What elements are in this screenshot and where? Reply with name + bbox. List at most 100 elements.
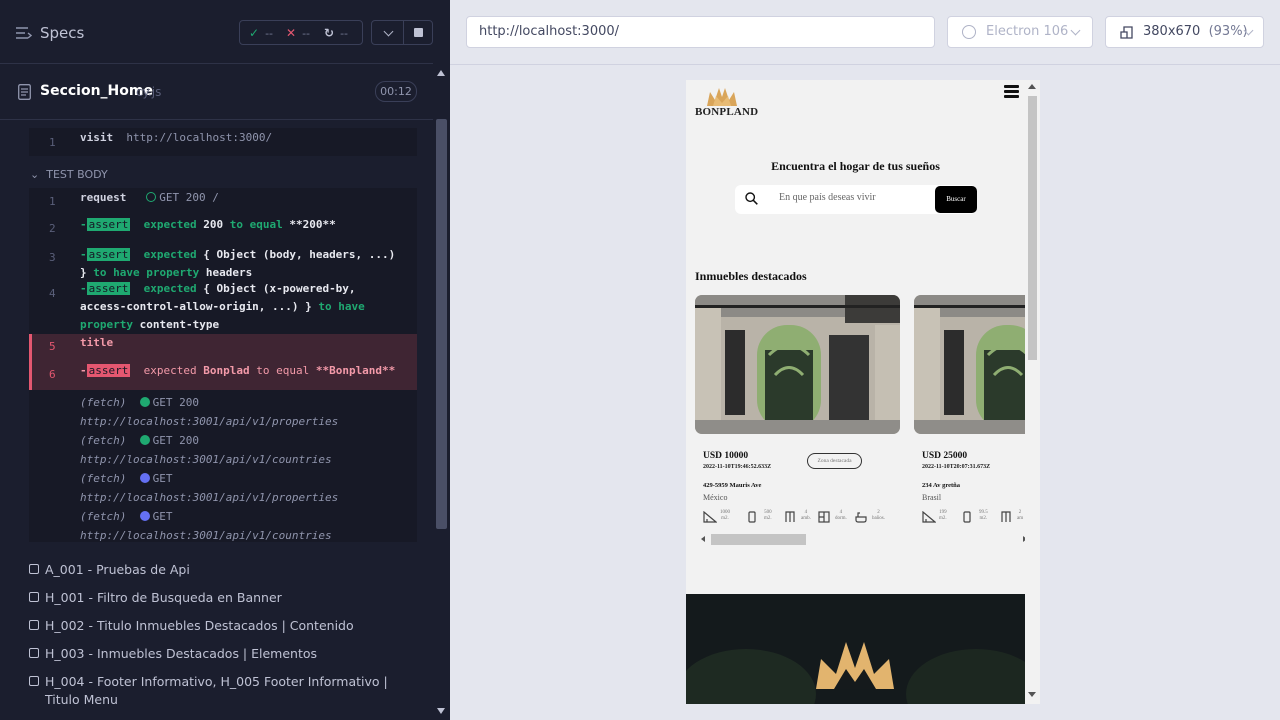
feature-area: 199 m2. (922, 510, 958, 524)
specs-label[interactable]: Specs (40, 24, 84, 42)
failed-command-block: 5 title 6 - assert expected Bonplad to eq… (29, 334, 417, 390)
scroll-down-icon[interactable] (437, 708, 445, 714)
viewport-selector[interactable]: 380x670 (93%) (1105, 16, 1264, 48)
line-number: 1 (49, 195, 56, 208)
test-body-toggle[interactable]: ⌄ TEST BODY (30, 168, 108, 181)
app-scroll-thumb[interactable] (1028, 96, 1037, 360)
property-country: Brasil (922, 493, 942, 502)
property-image[interactable] (695, 295, 900, 434)
status-dot-icon (139, 511, 150, 521)
divider (450, 64, 1280, 65)
x-icon: ✕ (286, 26, 297, 40)
property-image[interactable] (914, 295, 1025, 434)
visit-command[interactable]: visit http://localhost:3000/ (80, 131, 272, 144)
collapsed-box-icon (29, 592, 39, 602)
hero-title: Encuentra el hogar de tus sueños (771, 159, 940, 173)
collapsed-box-icon (29, 676, 39, 686)
property-date: 2022-11-10T20:07:31.673Z (922, 464, 991, 470)
app-frame: BONPLAND Encuentra el hogar de tus sueño… (686, 80, 1040, 704)
failed-stat: ✕ -- (286, 26, 311, 40)
app-preview-panel: http://localhost:3000/ Electron 106 380x… (450, 0, 1280, 720)
spec-duration: 00:12 (375, 81, 417, 102)
door-icon (1001, 511, 1011, 522)
passed-stat: ✓ -- (249, 26, 274, 40)
fetch-item[interactable]: (fetch) GET http://localhost:3001/api/v1… (80, 507, 332, 545)
failed-assert-command[interactable]: - assert expected Bonplad to equal **Bonp… (80, 364, 395, 377)
runner-panel: Specs ✓ -- ✕ -- ↻ -- Seccion_Home cy.js 00:… (0, 0, 450, 720)
door-icon (785, 511, 795, 522)
search-input[interactable]: En que país deseas vivir (779, 192, 876, 203)
collapsed-box-icon (29, 564, 39, 574)
pending-stat: ↻ -- (324, 26, 349, 40)
fetch-item[interactable]: (fetch) GET http://localhost:3001/api/v1… (80, 469, 338, 507)
line-number: 6 (49, 368, 56, 381)
logo-text[interactable]: BONPLAND (695, 106, 758, 118)
status-dot-icon (139, 435, 150, 445)
property-address: 234 Av gretña (922, 482, 961, 489)
viewport-icon (1120, 26, 1133, 39)
crown-logo-icon[interactable] (705, 84, 739, 108)
line-number: 2 (49, 222, 56, 235)
url-bar[interactable]: http://localhost:3000/ (466, 16, 935, 48)
phone-icon (963, 511, 971, 523)
collapse-button[interactable] (371, 20, 404, 45)
line-number: 4 (49, 287, 56, 300)
scroll-up-icon[interactable] (437, 70, 445, 76)
specs-toolbar: Specs ✓ -- ✕ -- ↻ -- (0, 0, 433, 64)
area-icon (703, 511, 717, 523)
property-price: USD 10000 (703, 451, 749, 461)
command-log-before: 1 visit http://localhost:3000/ (29, 128, 417, 156)
assert-command[interactable]: - assert expected { Object (x-powered-by,… (80, 280, 410, 334)
chevron-down-icon (1070, 25, 1081, 36)
property-date: 2022-11-10T19:46:52.633Z (703, 464, 772, 470)
runner-scrollbar[interactable] (433, 64, 450, 720)
search-box: En que país deseas vivir Buscar (735, 185, 977, 214)
feature-rooms: 2 am (1000, 510, 1025, 524)
app-scrollbar[interactable] (1025, 80, 1040, 704)
spec-extension: cy.js (136, 85, 162, 99)
collapsed-box-icon (29, 620, 39, 630)
line-number: 3 (49, 251, 56, 264)
electron-icon (962, 25, 976, 39)
feature-area-built: 99.5 m2. (962, 510, 998, 524)
line-number: 5 (49, 340, 56, 353)
stop-button[interactable] (403, 20, 433, 45)
menu-icon[interactable] (1004, 85, 1019, 98)
collapsed-box-icon (29, 648, 39, 658)
scroll-thumb[interactable] (436, 119, 447, 529)
scroll-up-icon[interactable] (1028, 84, 1036, 89)
fetch-item[interactable]: (fetch) GET 200 http://localhost:3001/ap… (80, 431, 332, 469)
property-card[interactable]: USD 10000 2022-11-10T19:46:52.633Z Zona … (695, 295, 900, 530)
status-circle-icon (146, 192, 157, 202)
cards-scroll-thumb[interactable] (711, 534, 806, 545)
feature-rooms: 4 amb. (784, 510, 820, 524)
feature-area-built: 500 m2. (747, 510, 783, 524)
browser-name: Electron 106 (986, 24, 1069, 39)
bath-icon (855, 512, 867, 523)
fetch-item[interactable]: (fetch) GET 200 http://localhost:3001/ap… (80, 393, 338, 431)
status-dot-icon (139, 473, 150, 483)
request-command[interactable]: request GET 200 / (80, 191, 219, 204)
bed-icon (818, 511, 830, 523)
search-icon (745, 192, 758, 205)
spec-header: Seccion_Home cy.js 00:12 (0, 65, 433, 120)
property-address: 429-5959 Mauris Ave (703, 482, 762, 489)
scroll-down-icon[interactable] (1028, 692, 1036, 697)
assert-command[interactable]: - assert expected 200 to equal **200** (80, 218, 336, 231)
property-card[interactable]: USD 25000 2022-11-10T20:07:31.673Z 234 A… (914, 295, 1025, 530)
viewport-size: 380x670 (93%) (1143, 24, 1248, 39)
browser-selector[interactable]: Electron 106 (947, 16, 1093, 48)
scroll-left-icon[interactable] (701, 536, 705, 542)
assert-command[interactable]: - assert expected { Object (body, headers… (80, 246, 410, 282)
chevron-down-icon (383, 26, 394, 37)
property-country: México (703, 493, 728, 502)
search-button[interactable]: Buscar (935, 186, 977, 213)
specs-list-icon[interactable] (16, 26, 32, 40)
featured-title: Inmuebles destacados (695, 269, 807, 283)
feature-bathrooms: 2 baños. (855, 510, 897, 524)
featured-zone-badge: Zona destacada (807, 453, 862, 469)
status-dot-icon (139, 397, 150, 407)
title-command[interactable]: title (80, 336, 113, 349)
phone-icon (748, 511, 756, 523)
cards-scrollbar[interactable] (695, 534, 1027, 545)
